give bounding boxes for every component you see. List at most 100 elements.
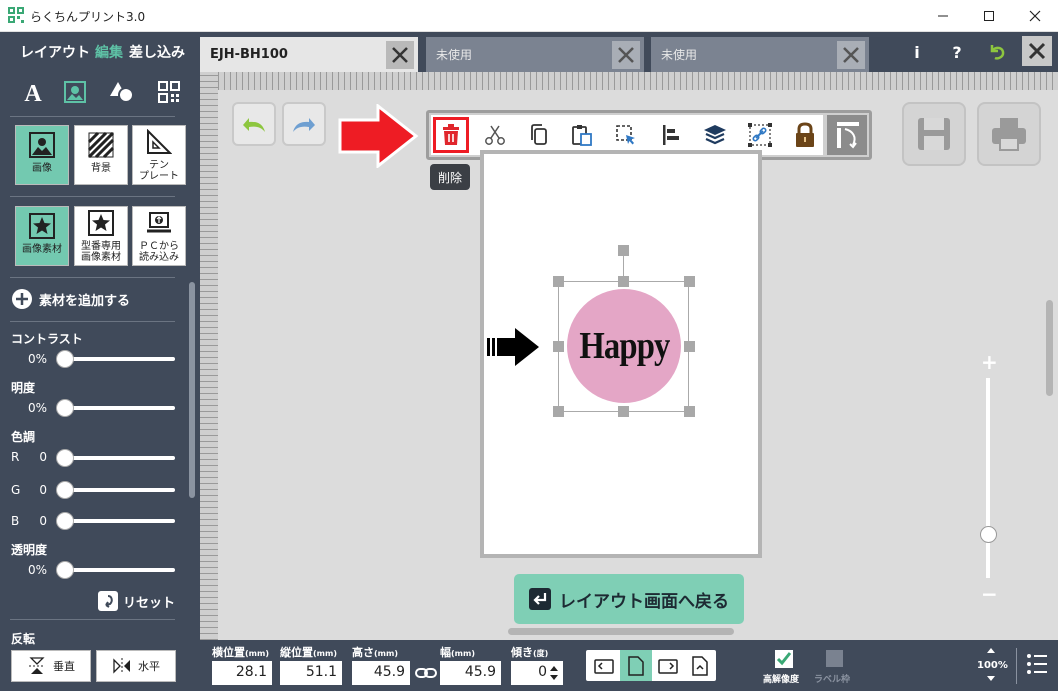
minimize-button[interactable] <box>920 0 966 32</box>
orientation-left-button[interactable] <box>588 650 620 681</box>
close-tab-button[interactable] <box>386 41 414 69</box>
close-app-button[interactable] <box>1022 36 1052 66</box>
height-input[interactable]: 45.9 <box>352 661 410 685</box>
save-button[interactable] <box>902 102 966 166</box>
printer-icon <box>992 118 1026 151</box>
add-material-button[interactable]: 素材を追加する <box>11 288 130 310</box>
orientation-flip-button[interactable] <box>684 650 716 681</box>
red-slider[interactable] <box>64 456 175 460</box>
source-from-pc[interactable]: ＰＣから 読み込み <box>132 206 186 266</box>
orientation-portrait-button[interactable] <box>620 650 652 681</box>
brightness-slider-knob[interactable] <box>56 399 74 417</box>
category-background[interactable]: 背景 <box>74 125 128 185</box>
red-slider-knob[interactable] <box>56 449 74 467</box>
undo-button[interactable] <box>232 102 276 146</box>
resize-handle-top-right[interactable] <box>684 276 695 287</box>
orientation-right-button[interactable] <box>652 650 684 681</box>
close-tab-button[interactable] <box>837 41 865 69</box>
paste-button[interactable] <box>566 119 598 151</box>
reset-button[interactable]: リセット <box>98 591 175 611</box>
menu-list-button[interactable] <box>1026 652 1048 676</box>
left-panel: A 画像 背景 テン プレート 画像素材 型番専用 画像素材 ＰＣから 読み込み <box>0 72 200 691</box>
horizontal-scrollbar[interactable] <box>508 628 734 635</box>
resize-handle-top[interactable] <box>618 276 629 287</box>
brightness-slider[interactable] <box>64 406 175 410</box>
zoom-slider-knob[interactable] <box>980 526 997 543</box>
undo-icon <box>243 118 265 132</box>
image-tool-button[interactable] <box>60 78 90 106</box>
source-image-material[interactable]: 画像素材 <box>15 206 69 266</box>
contrast-slider-knob[interactable] <box>56 350 74 368</box>
angle-spinner-icon[interactable] <box>548 663 560 683</box>
width-input[interactable]: 45.9 <box>440 661 501 685</box>
redo-button[interactable] <box>282 102 326 146</box>
info-button[interactable]: i <box>902 38 932 66</box>
canvas-area[interactable]: 削除 Happy + − レイアウト画面へ戻る <box>200 72 1058 640</box>
document-tab-2[interactable]: 未使用 <box>426 37 644 72</box>
zoom-in-button[interactable]: + <box>981 350 998 374</box>
shape-tool-button[interactable] <box>107 78 137 106</box>
category-image[interactable]: 画像 <box>15 125 69 185</box>
divider <box>10 196 175 197</box>
resize-handle-bottom-right[interactable] <box>684 406 695 417</box>
mode-tab-merge[interactable]: 差し込み <box>129 42 185 62</box>
maximize-button[interactable] <box>966 0 1012 32</box>
blue-slider[interactable] <box>64 519 175 523</box>
delete-button[interactable] <box>433 117 469 153</box>
y-position-input[interactable]: 51.1 <box>280 661 342 685</box>
resize-handle-top-left[interactable] <box>553 276 564 287</box>
document-tab-3[interactable]: 未使用 <box>651 37 869 72</box>
zoom-out-button[interactable]: − <box>981 582 998 606</box>
close-window-button[interactable] <box>1012 0 1058 32</box>
flip-horizontal-button[interactable]: 水平 <box>96 650 176 682</box>
x-position-input[interactable]: 28.1 <box>212 661 272 685</box>
rotate-button[interactable] <box>827 115 867 155</box>
group-button[interactable] <box>744 119 776 151</box>
flip-horizontal-icon <box>113 658 130 674</box>
document-tab-label: 未使用 <box>661 48 698 62</box>
mode-tab-layout[interactable]: レイアウト <box>20 42 90 62</box>
transparency-slider[interactable] <box>64 568 175 572</box>
ruler-triangle-icon <box>147 128 173 154</box>
source-model-material[interactable]: 型番専用 画像素材 <box>74 206 128 266</box>
cut-button[interactable] <box>479 119 511 151</box>
qr-tool-button[interactable] <box>154 78 184 106</box>
print-button[interactable] <box>977 102 1041 166</box>
resize-handle-left[interactable] <box>553 341 564 352</box>
rotate-icon <box>837 122 859 149</box>
copy-button[interactable] <box>523 119 555 151</box>
zoom-down-icon[interactable] <box>986 675 996 683</box>
transparency-slider-knob[interactable] <box>56 561 74 579</box>
flip-vertical-button[interactable]: 垂直 <box>11 650 91 682</box>
select-area-button[interactable] <box>610 119 642 151</box>
aspect-link-icon[interactable] <box>415 666 437 680</box>
vertical-scrollbar[interactable] <box>1046 300 1053 396</box>
zoom-slider[interactable] <box>986 378 990 578</box>
back-to-layout-button[interactable]: レイアウト画面へ戻る <box>514 574 744 624</box>
help-button[interactable]: ? <box>942 38 972 66</box>
green-slider-knob[interactable] <box>56 481 74 499</box>
contrast-value: 0% <box>27 352 47 366</box>
layers-button[interactable] <box>699 119 731 151</box>
align-button[interactable] <box>655 119 687 151</box>
green-slider[interactable] <box>64 488 175 492</box>
mode-tab-edit[interactable]: 編集 <box>95 42 123 62</box>
undo-top-button[interactable] <box>982 38 1012 66</box>
resize-handle-bottom[interactable] <box>618 406 629 417</box>
category-template[interactable]: テン プレート <box>132 125 186 185</box>
blue-slider-knob[interactable] <box>56 512 74 530</box>
close-tab-button[interactable] <box>612 41 640 69</box>
rotation-handle[interactable] <box>618 245 629 256</box>
y-position-label-text: 縦位置 <box>280 646 313 659</box>
resize-handle-right[interactable] <box>684 341 695 352</box>
portrait-page-icon <box>628 655 644 676</box>
document-tab-1[interactable]: EJH-BH100 <box>200 37 418 72</box>
contrast-slider[interactable] <box>64 357 175 361</box>
text-tool-button[interactable]: A <box>18 78 48 106</box>
resize-handle-bottom-left[interactable] <box>553 406 564 417</box>
high-resolution-checkbox[interactable] <box>774 649 794 669</box>
left-panel-scrollbar[interactable] <box>189 282 195 498</box>
zoom-up-icon[interactable] <box>986 646 996 654</box>
lock-button[interactable] <box>789 119 821 151</box>
label-frame-checkbox[interactable] <box>826 650 843 667</box>
